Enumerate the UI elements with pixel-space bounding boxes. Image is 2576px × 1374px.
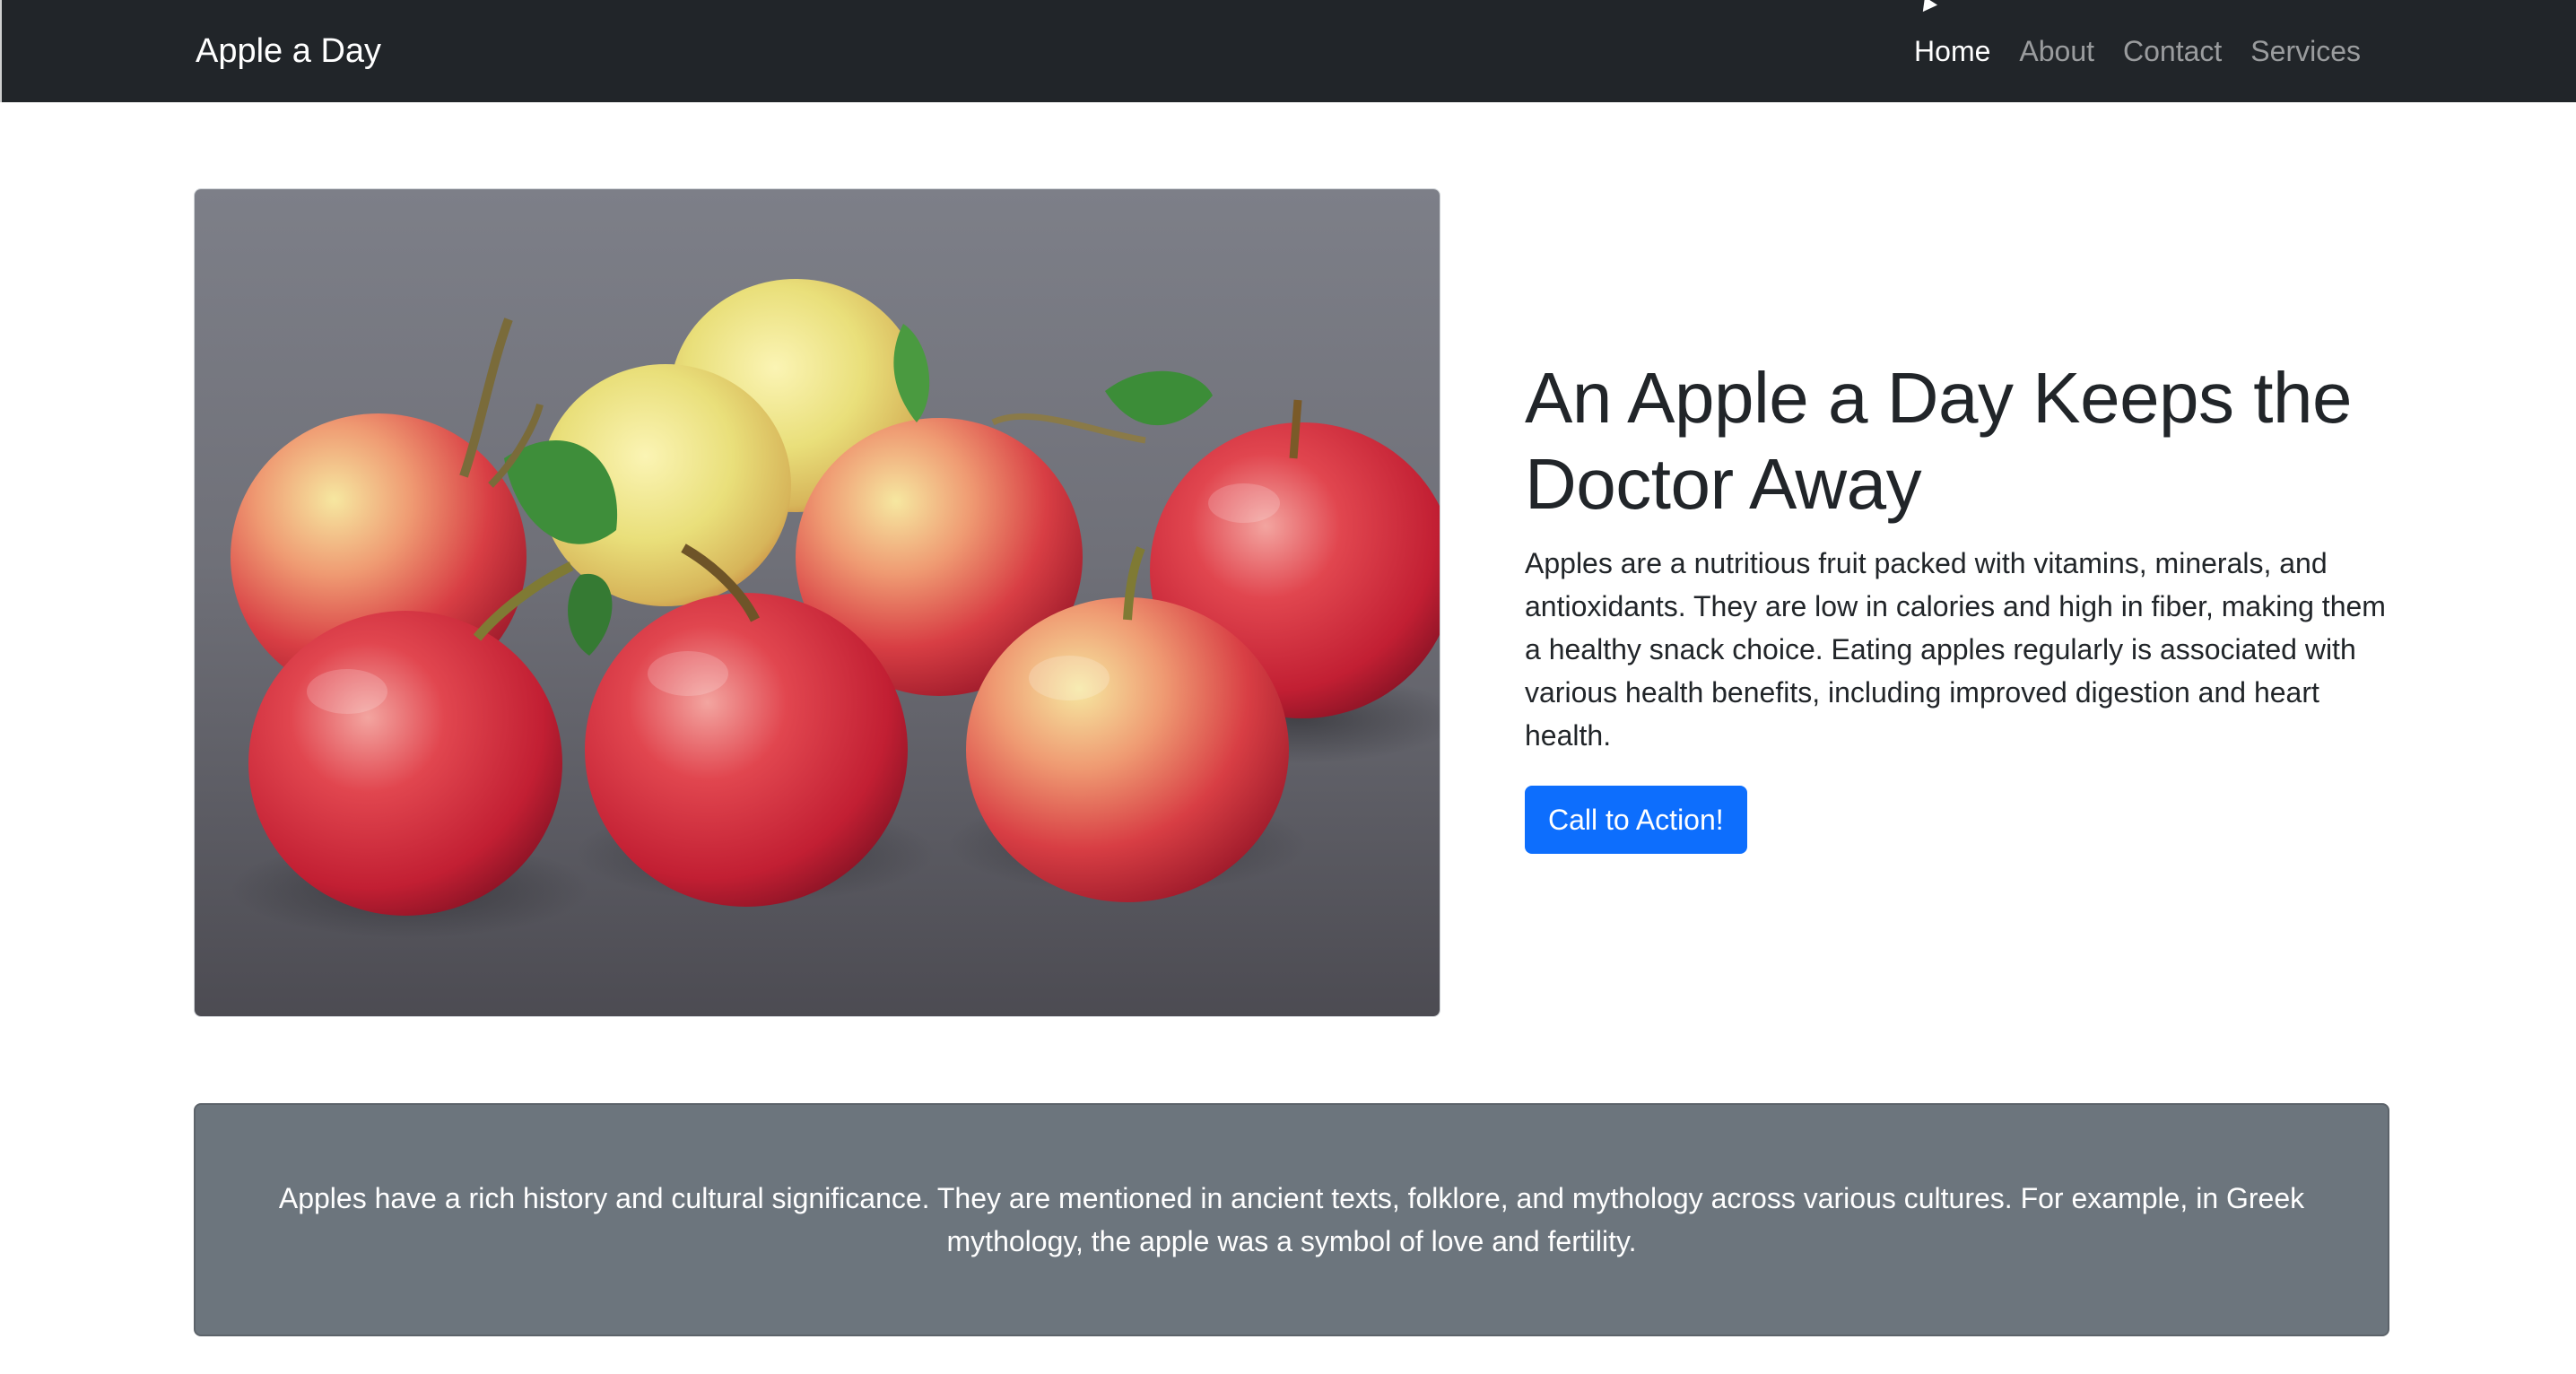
- hero-title: An Apple a Day Keeps the Doctor Away: [1525, 358, 2352, 524]
- history-text: Apples have a rich history and cultural …: [278, 1182, 2305, 1257]
- nav-link-about[interactable]: About: [2005, 0, 2109, 102]
- history-card: Apples have a rich history and cultural …: [194, 1103, 2389, 1336]
- nav-link-services[interactable]: Services: [2236, 0, 2375, 102]
- nav-link-home[interactable]: Home: [1900, 0, 2005, 102]
- nav-link-contact[interactable]: Contact: [2109, 0, 2236, 102]
- hero-description: Apples are a nutritious fruit packed wit…: [1525, 547, 2386, 752]
- apples-photo-icon: [195, 189, 1440, 1016]
- navbar-brand[interactable]: Apple a Day: [196, 0, 381, 102]
- call-to-action-button[interactable]: Call to Action!: [1525, 786, 1747, 854]
- hero-image: [194, 188, 1440, 1017]
- nav-links: Home About Contact Services: [1900, 0, 2375, 102]
- top-navbar: Apple a Day Home About Contact Services: [0, 0, 2576, 102]
- hero-text: An Apple a Day Keeps the Doctor Away App…: [1525, 355, 2386, 854]
